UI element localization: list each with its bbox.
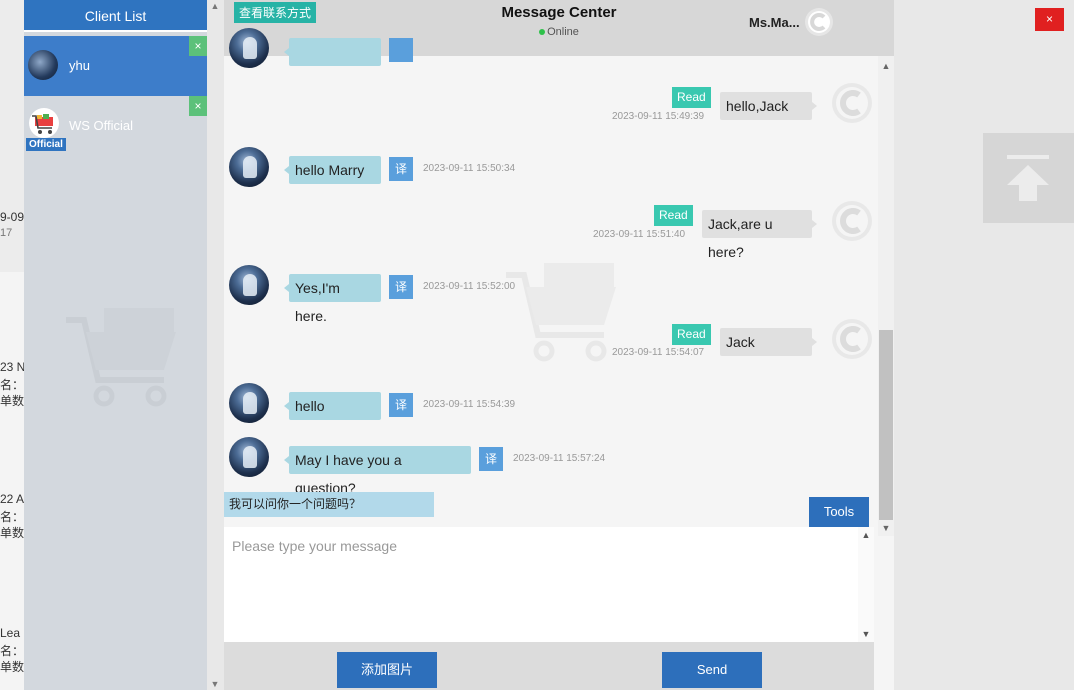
translate-button[interactable]: 译 [389,157,413,181]
message-time: 2023-09-11 15:52:00 [423,281,516,292]
bg-text: 22 Au [0,492,26,506]
message-bubble: hello,Jack [720,92,817,120]
message-bubble: Jack,are u here? [702,210,817,260]
right-pane [894,0,1074,690]
bg-text: Lea [0,626,21,640]
bg-text: 名：$ [0,644,26,658]
customer-avatar [229,28,269,68]
client-item-yhu[interactable]: yhu × [24,36,207,96]
online-dot-icon [539,29,546,36]
status-text: Online [547,26,579,38]
translate-button[interactable] [389,38,413,62]
back-to-top-button[interactable] [983,133,1074,223]
bg-text: 名：$ [0,378,26,392]
shopping-cart-logo-icon [29,108,59,138]
message-time: 2023-09-11 15:54:07 [612,347,705,358]
client-item-ws-official[interactable]: Official WS Official × [24,96,207,156]
message-bubble: Yes,I'm here. [284,274,381,324]
bg-text: 17 [0,227,13,239]
message-time: 2023-09-11 15:50:34 [423,163,516,174]
agent-avatar-icon [805,8,833,36]
close-client-button[interactable]: × [189,36,207,56]
scroll-down-arrow-icon[interactable]: ▼ [209,678,221,690]
add-image-button[interactable]: 添加图片 [337,652,437,688]
translate-button[interactable]: 译 [389,275,413,299]
agent-avatar-icon [832,83,872,123]
bg-text: 单数： [0,526,26,540]
scrollbar-thumb[interactable] [879,330,893,520]
message-bubble: May I have you a question? [284,446,471,496]
message-time: 2023-09-11 15:54:39 [423,399,516,410]
scroll-down-arrow-icon[interactable]: ▼ [858,627,874,641]
message-time: 2023-09-11 15:51:40 [593,229,686,240]
agent-avatar-icon [832,319,872,359]
cart-watermark-icon [66,308,176,407]
bg-text: 单数： [0,394,26,408]
scroll-down-arrow-icon[interactable]: ▼ [878,520,894,536]
message-time: 2023-09-11 15:49:39 [612,111,705,122]
customer-avatar [229,147,269,187]
action-bar: 添加图片 Send [224,642,874,690]
read-status-badge: Read [672,87,711,108]
client-name: yhu [69,58,90,73]
message-time: 2023-09-11 15:57:24 [513,453,606,464]
message-input-area: ▲ ▼ [224,527,874,642]
agent-avatar-icon [832,201,872,241]
read-status-badge: Read [654,205,693,226]
scroll-up-arrow-icon[interactable]: ▲ [878,58,894,74]
customer-avatar [229,437,269,477]
agent-name: Ms.Ma... [749,15,800,30]
message-bubble: hello [284,392,381,420]
official-badge: Official [26,138,66,151]
translation-preview: 我可以问你一个问题吗？ [224,492,434,517]
bg-text: 名：$ [0,510,26,524]
read-status-badge: Read [672,324,711,345]
close-window-button[interactable]: × [1035,8,1064,31]
close-client-button[interactable]: × [189,96,207,116]
cart-watermark-icon [506,263,616,362]
message-bubble [284,38,381,66]
arrow-up-icon [1007,155,1049,201]
input-scrollbar[interactable]: ▲ ▼ [858,527,874,642]
bg-text: 9-09 [0,210,25,224]
avatar [28,50,58,80]
bg-text: 23 N [0,360,26,374]
client-list-sidebar: Client List yhu × Official WS Official × [24,0,207,690]
client-list-title: Client List [24,0,207,32]
bg-text: 单数： [0,660,26,674]
scroll-up-arrow-icon[interactable]: ▲ [858,528,874,542]
message-input[interactable] [224,527,856,640]
message-bubble: hello Marry [284,156,381,184]
send-button[interactable]: Send [662,652,762,688]
message-bubble: Jack [720,328,817,356]
customer-avatar [229,265,269,305]
message-center-window: 查看联系方式 Message Center Online Ms.Ma... Re… [224,0,894,690]
background-page: 9-09 17 23 N 名：$ 单数： 22 Au 名：$ 单数： Lea 名… [0,0,26,690]
tools-button[interactable]: Tools [809,497,869,527]
translate-button[interactable]: 译 [389,393,413,417]
scroll-up-arrow-icon[interactable]: ▲ [209,0,221,12]
client-name: WS Official [69,118,134,133]
translate-button[interactable]: 译 [479,447,503,471]
messages-scrollbar[interactable]: ▲ ▼ [878,56,894,536]
customer-avatar [229,383,269,423]
